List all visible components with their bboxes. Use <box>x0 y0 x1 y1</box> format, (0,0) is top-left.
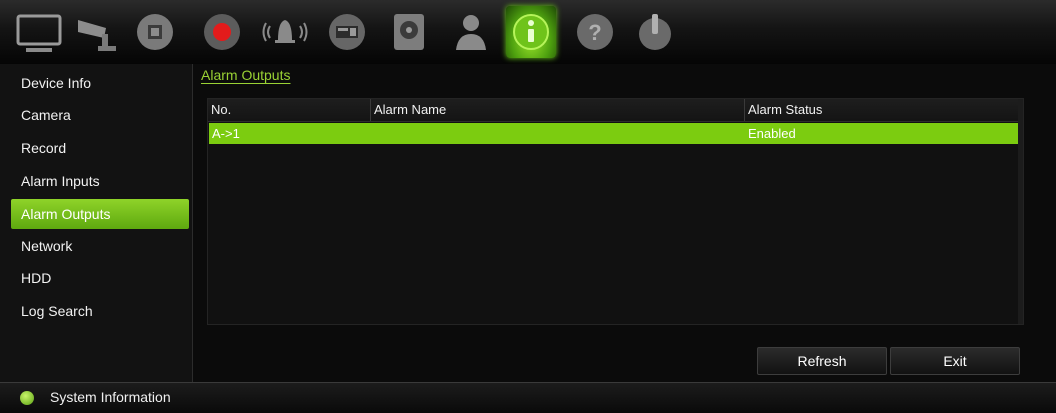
sidebar-item-hdd[interactable]: HDD <box>11 263 189 293</box>
column-header-alarm-name[interactable]: Alarm Name <box>370 99 744 121</box>
status-info-icon <box>20 391 34 405</box>
sidebar-item-record[interactable]: Record <box>11 133 189 163</box>
svg-text:?: ? <box>588 20 601 45</box>
cell-no: A->1 <box>212 126 240 141</box>
sidebar-item-alarm-inputs[interactable]: Alarm Inputs <box>11 166 189 196</box>
info-icon[interactable] <box>506 6 556 58</box>
camera-icon[interactable] <box>72 6 122 58</box>
page-title: Alarm Outputs <box>201 67 291 83</box>
sidebar-item-alarm-outputs[interactable]: Alarm Outputs <box>11 199 189 229</box>
sidebar: Device Info Camera Record Alarm Inputs A… <box>0 64 193 382</box>
power-icon[interactable] <box>630 6 680 58</box>
cell-alarm-status: Enabled <box>748 126 796 141</box>
network-icon[interactable] <box>130 6 180 58</box>
display-icon[interactable] <box>14 6 64 58</box>
sidebar-item-device-info[interactable]: Device Info <box>11 68 189 98</box>
user-icon[interactable] <box>446 6 496 58</box>
column-header-alarm-status[interactable]: Alarm Status <box>744 99 1019 121</box>
main-panel: Alarm Outputs No. Alarm Name Alarm Statu… <box>193 64 1056 382</box>
help-icon[interactable]: ? <box>570 6 620 58</box>
status-bar: System Information <box>0 382 1056 413</box>
status-text: System Information <box>50 389 171 405</box>
alarm-outputs-table: No. Alarm Name Alarm Status A->1 Enabled <box>207 98 1024 325</box>
alarm-icon[interactable] <box>260 6 310 58</box>
top-toolbar: ? <box>0 0 1056 65</box>
column-header-no[interactable]: No. <box>208 99 370 121</box>
exit-button[interactable]: Exit <box>890 347 1020 375</box>
sidebar-item-log-search[interactable]: Log Search <box>11 296 189 326</box>
cell-alarm-name <box>371 123 374 144</box>
device-icon[interactable] <box>322 6 372 58</box>
sidebar-item-network[interactable]: Network <box>11 231 189 261</box>
refresh-button[interactable]: Refresh <box>757 347 887 375</box>
scrollbar[interactable] <box>1018 99 1023 324</box>
record-icon[interactable] <box>197 6 247 58</box>
table-row[interactable]: A->1 Enabled <box>209 123 1018 144</box>
sidebar-item-camera[interactable]: Camera <box>11 100 189 130</box>
table-header: No. Alarm Name Alarm Status <box>208 99 1023 122</box>
hdd-icon[interactable] <box>384 6 434 58</box>
